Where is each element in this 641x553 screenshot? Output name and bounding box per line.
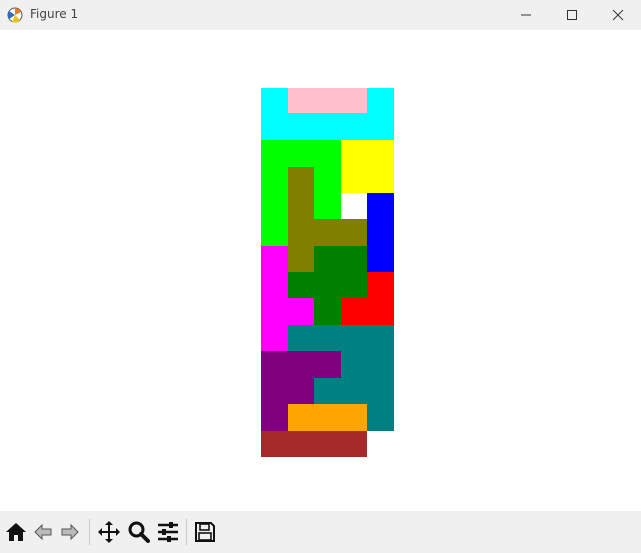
zoom-button[interactable] <box>126 519 152 545</box>
save-button[interactable] <box>192 519 218 545</box>
maximize-icon <box>567 10 577 20</box>
zoom-icon <box>128 521 150 543</box>
navigation-toolbar <box>0 511 641 553</box>
window-title: Figure 1 <box>30 7 79 21</box>
orange-piece <box>288 404 367 431</box>
close-button[interactable] <box>595 0 641 30</box>
close-icon <box>612 9 624 21</box>
configure-subplots-button[interactable] <box>155 519 181 545</box>
home-button[interactable] <box>3 519 29 545</box>
yellow-piece <box>341 140 394 193</box>
pan-button[interactable] <box>96 519 122 545</box>
brown-piece <box>261 431 367 457</box>
maximize-button[interactable] <box>549 0 595 30</box>
pan-icon <box>98 521 120 543</box>
minimize-button[interactable] <box>503 0 549 30</box>
forward-arrow-icon <box>61 523 79 541</box>
title-bar: Figure 1 <box>0 0 641 30</box>
back-arrow-icon <box>34 523 52 541</box>
toolbar-separator <box>89 519 90 545</box>
figure-canvas[interactable] <box>0 30 641 511</box>
minimize-icon <box>521 14 531 16</box>
matplotlib-app-icon <box>7 7 23 23</box>
toolbar-separator <box>186 519 187 545</box>
blue-piece <box>367 193 394 272</box>
save-icon <box>195 522 215 542</box>
forward-button[interactable] <box>57 519 83 545</box>
back-button[interactable] <box>30 519 56 545</box>
pentomino-figure <box>261 88 394 457</box>
home-icon <box>6 523 26 541</box>
configure-subplots-icon <box>158 522 178 542</box>
pink-piece <box>288 88 367 113</box>
